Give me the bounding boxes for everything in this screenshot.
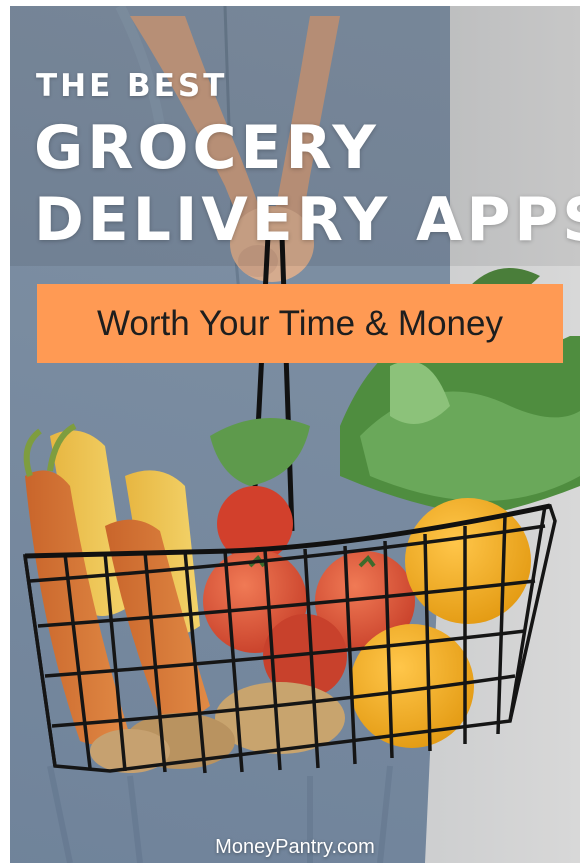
headline-kicker: THE BEST	[36, 68, 228, 104]
poster: THE BEST GROCERY DELIVERY APPS Worth You…	[10, 6, 580, 863]
subtitle-banner: Worth Your Time & Money	[37, 284, 563, 363]
subtitle-banner-text: Worth Your Time & Money	[97, 303, 503, 343]
headline-title-line-1: GROCERY	[34, 113, 380, 183]
headline-title-line-2: DELIVERY APPS	[34, 185, 580, 255]
site-watermark: MoneyPantry.com	[215, 836, 375, 858]
